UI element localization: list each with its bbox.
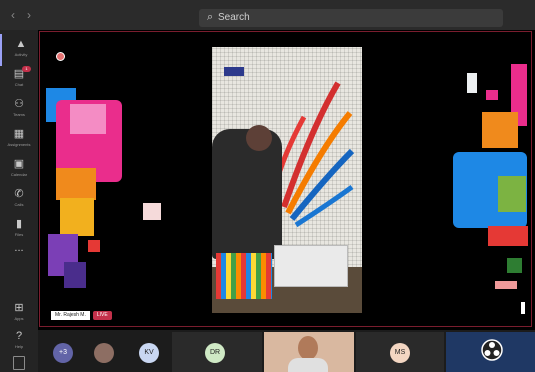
rail-label: Teams (13, 112, 25, 117)
rail-item-calendar[interactable]: ▣ Calendar (0, 154, 38, 186)
screen-share-tile[interactable] (446, 332, 535, 372)
chevron-left-icon[interactable]: ‹ (6, 8, 20, 22)
apps-icon: ⊞ (14, 302, 24, 314)
chat-badge: 1 (22, 66, 31, 72)
bell-icon: ▲ (15, 38, 27, 50)
rail-label: Apps (14, 316, 24, 321)
participant-video-tile[interactable] (264, 332, 354, 372)
rail-item-help[interactable]: ? Help (0, 326, 38, 358)
presenter-label: Mr. Rajesh M. LIVE (51, 311, 112, 320)
rail-label: Files (14, 232, 24, 237)
rail-item-chat[interactable]: 1 ▤ Chat (0, 64, 38, 96)
file-icon: ▮ (15, 218, 23, 230)
search-icon: ⌕ (207, 11, 214, 23)
rail-item-calls[interactable]: ✆ Calls (0, 184, 38, 216)
rail-item-more[interactable]: ... (0, 238, 38, 270)
overflow-count[interactable]: +3 (53, 343, 73, 363)
title-bar: ‹ › ⌕ Search (0, 0, 535, 30)
device-icon[interactable] (13, 356, 25, 370)
obs-icon (481, 339, 503, 361)
help-icon: ? (15, 330, 23, 342)
more-icon: ... (14, 242, 24, 254)
search-input[interactable]: ⌕ Search (199, 9, 503, 27)
chevron-right-icon[interactable]: › (22, 8, 36, 22)
presenter-name: Mr. Rajesh M. (51, 311, 90, 320)
search-placeholder: Search (218, 12, 250, 23)
rail-label: Calendar (10, 172, 28, 177)
calendar-icon: ▣ (13, 158, 25, 170)
assignments-icon: ▦ (13, 128, 25, 140)
app-rail: ▲ Activity 1 ▤ Chat ⚇ Teams ▦ Assignment… (0, 30, 38, 372)
rail-label: Activity (14, 52, 28, 57)
participant-avatar[interactable]: KV (139, 343, 159, 363)
participant-face (298, 336, 318, 360)
participant-avatar[interactable]: DR (205, 343, 225, 363)
rail-item-assignments[interactable]: ▦ Assignments (0, 124, 38, 156)
rail-label: Assignments (7, 142, 31, 147)
participant-body (288, 358, 328, 372)
rail-item-teams[interactable]: ⚇ Teams (0, 94, 38, 126)
teams-icon: ⚇ (14, 98, 24, 110)
phone-icon: ✆ (14, 188, 24, 200)
rail-label: Help (14, 344, 24, 349)
rail-item-activity[interactable]: ▲ Activity (0, 34, 40, 66)
stage-border (39, 31, 532, 327)
live-badge: LIVE (92, 311, 112, 320)
rail-label: Calls (14, 202, 24, 207)
participant-avatar[interactable]: MS (390, 343, 410, 363)
participant-avatar-photo[interactable] (94, 343, 114, 363)
rail-label: Chat (14, 82, 24, 87)
